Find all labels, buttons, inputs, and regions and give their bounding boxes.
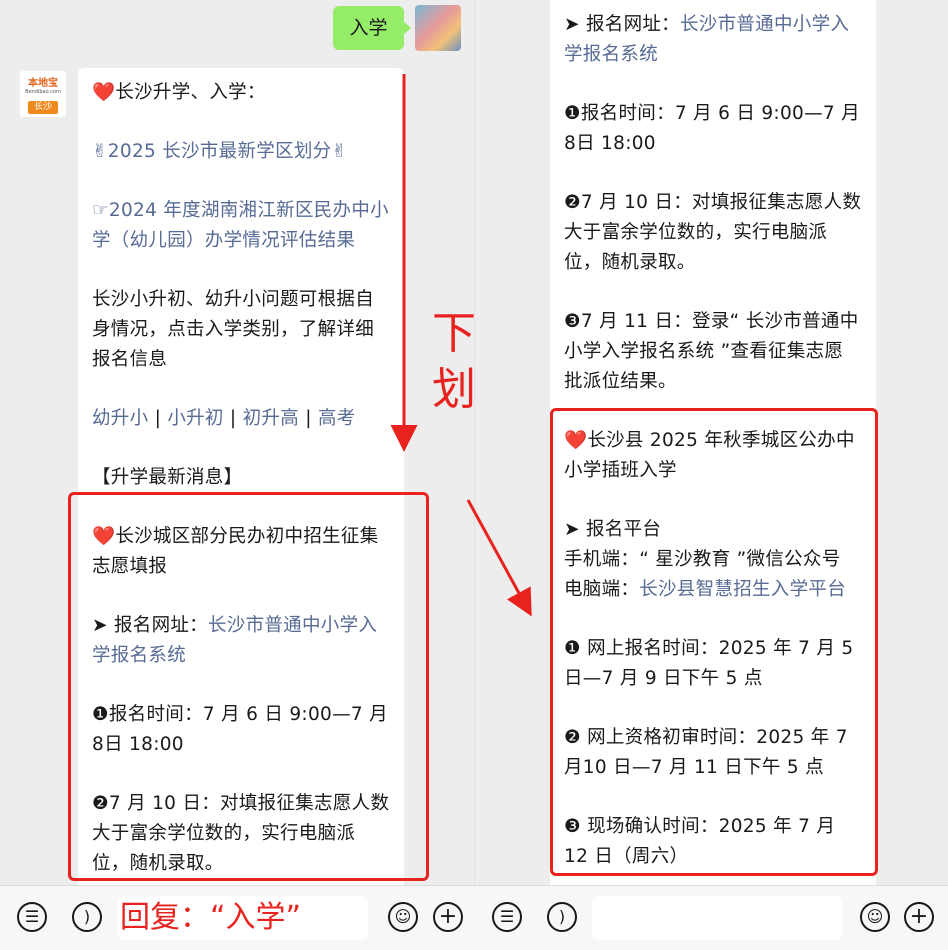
pc-platform: 电脑端：长沙县智慧招生入学平台: [564, 575, 862, 605]
registration-site-label: ➤ 报名网址：: [92, 615, 208, 636]
right-message-body: ➤ 报名网址：长沙市普通中小学入学报名系统 ❶报名时间：7 月 6 日 9:00…: [564, 10, 862, 872]
county-title: ❤️长沙县 2025 年秋季城区公办中小学插班入学: [564, 430, 855, 481]
voice-icon[interactable]: ): [547, 902, 577, 932]
scroll-hint-label: 下划: [432, 308, 474, 415]
zoning-link[interactable]: ✌2025 长沙市最新学区划分✌: [92, 137, 390, 167]
evaluation-link[interactable]: ☞2024 年度湖南湘江新区民办中小学（幼儿园）办学情况评估结果: [92, 196, 390, 256]
news-header: 【升学最新消息】: [92, 467, 243, 488]
registration-site: ➤ 报名网址：长沙市普通中小学入学报名系统: [92, 611, 390, 671]
category-link-primary[interactable]: 幼升小: [92, 408, 148, 429]
right-chat-panel[interactable]: ➤ 报名网址：长沙市普通中小学入学报名系统 ❶报名时间：7 月 6 日 9:00…: [475, 0, 948, 885]
bottom-input-bar: ☰ ) 回复：“入学” ☺ + ☰ ) ☺ +: [0, 885, 948, 950]
pc-platform-link[interactable]: 长沙县智慧招生入学平台: [639, 579, 846, 600]
onsite-confirmation-time: ❸ 现场确认时间：2025 年 7 月 12 日（周六）: [564, 816, 836, 867]
logo-name: 本地宝: [28, 78, 58, 89]
user-avatar[interactable]: [415, 5, 461, 51]
voice-icon[interactable]: ): [72, 902, 102, 932]
logo-url: Bendibao.com: [25, 89, 61, 95]
intro-text: 长沙小升初、幼升小问题可根据自身情况，点击入学类别，了解详细报名信息: [92, 289, 375, 370]
left-chat-panel[interactable]: 入学 本地宝 Bendibao.com 长沙 ❤️长沙升学、入学： ✌2025 …: [0, 0, 474, 885]
mobile-platform: 手机端：“ 星沙教育 ”微信公众号: [564, 549, 841, 570]
reply-hint-label: 回复：“入学”: [120, 900, 302, 935]
platform-label: ➤ 报名平台: [564, 519, 662, 540]
online-registration-time: ❶ 网上报名时间：2025 年 7 月 5 日—7 月 9 日下午 5 点: [564, 638, 854, 689]
news-title: ❤️长沙城区部分民办初中招生征集志愿填报: [92, 526, 379, 577]
left-message-bubble: ❤️长沙升学、入学： ✌2025 长沙市最新学区划分✌ ☞2024 年度湖南湘江…: [78, 68, 404, 885]
pc-platform-label: 电脑端：: [564, 579, 640, 600]
category-separator: |: [148, 408, 168, 429]
sent-message-text: 入学: [349, 17, 388, 39]
category-link-senior[interactable]: 初升高: [243, 408, 299, 429]
message-input-right[interactable]: [592, 896, 842, 940]
registration-site: ➤ 报名网址：长沙市普通中小学入学报名系统: [564, 10, 862, 70]
left-message-body: ❤️长沙升学、入学： ✌2025 长沙市最新学区划分✌ ☞2024 年度湖南湘江…: [92, 78, 390, 879]
emoji-icon[interactable]: ☺: [860, 902, 890, 932]
list-icon[interactable]: ☰: [492, 902, 522, 932]
plus-icon[interactable]: +: [433, 902, 463, 932]
result-check: ❸7 月 11 日：登录“ 长沙市普通中小学入学报名系统 ”查看征集志愿批派位结…: [564, 311, 859, 392]
preliminary-review-time: ❷ 网上资格初审时间：2025 年 7 月10 日—7 月 11 日下午 5 点: [564, 727, 848, 778]
sent-message-bubble[interactable]: 入学: [333, 6, 411, 50]
registration-time: ❶报名时间：7 月 6 日 9:00—7 月 8日 18:00: [564, 103, 860, 154]
category-separator: |: [299, 408, 318, 429]
logo-city: 长沙: [28, 101, 58, 114]
category-links: 幼升小 | 小升初 | 初升高 | 高考: [92, 404, 390, 434]
message-heading: ❤️长沙升学、入学：: [92, 82, 266, 103]
list-icon[interactable]: ☰: [17, 902, 47, 932]
lottery-info: ❷7 月 10 日：对填报征集志愿人数大于富余学位数的，实行电脑派位，随机录取。: [564, 192, 862, 273]
lottery-info: ❷7 月 10 日：对填报征集志愿人数大于富余学位数的，实行电脑派位，随机录取。: [92, 793, 390, 874]
category-separator: |: [223, 408, 243, 429]
category-link-college[interactable]: 高考: [318, 408, 356, 429]
registration-site-label: ➤ 报名网址：: [564, 14, 680, 35]
plus-icon[interactable]: +: [904, 902, 934, 932]
right-message-bubble: ➤ 报名网址：长沙市普通中小学入学报名系统 ❶报名时间：7 月 6 日 9:00…: [550, 0, 876, 885]
official-account-avatar[interactable]: 本地宝 Bendibao.com 长沙: [19, 70, 67, 118]
emoji-icon[interactable]: ☺: [388, 902, 418, 932]
registration-time: ❶报名时间：7 月 6 日 9:00—7 月 8日 18:00: [92, 704, 388, 755]
category-link-junior[interactable]: 小升初: [167, 408, 223, 429]
